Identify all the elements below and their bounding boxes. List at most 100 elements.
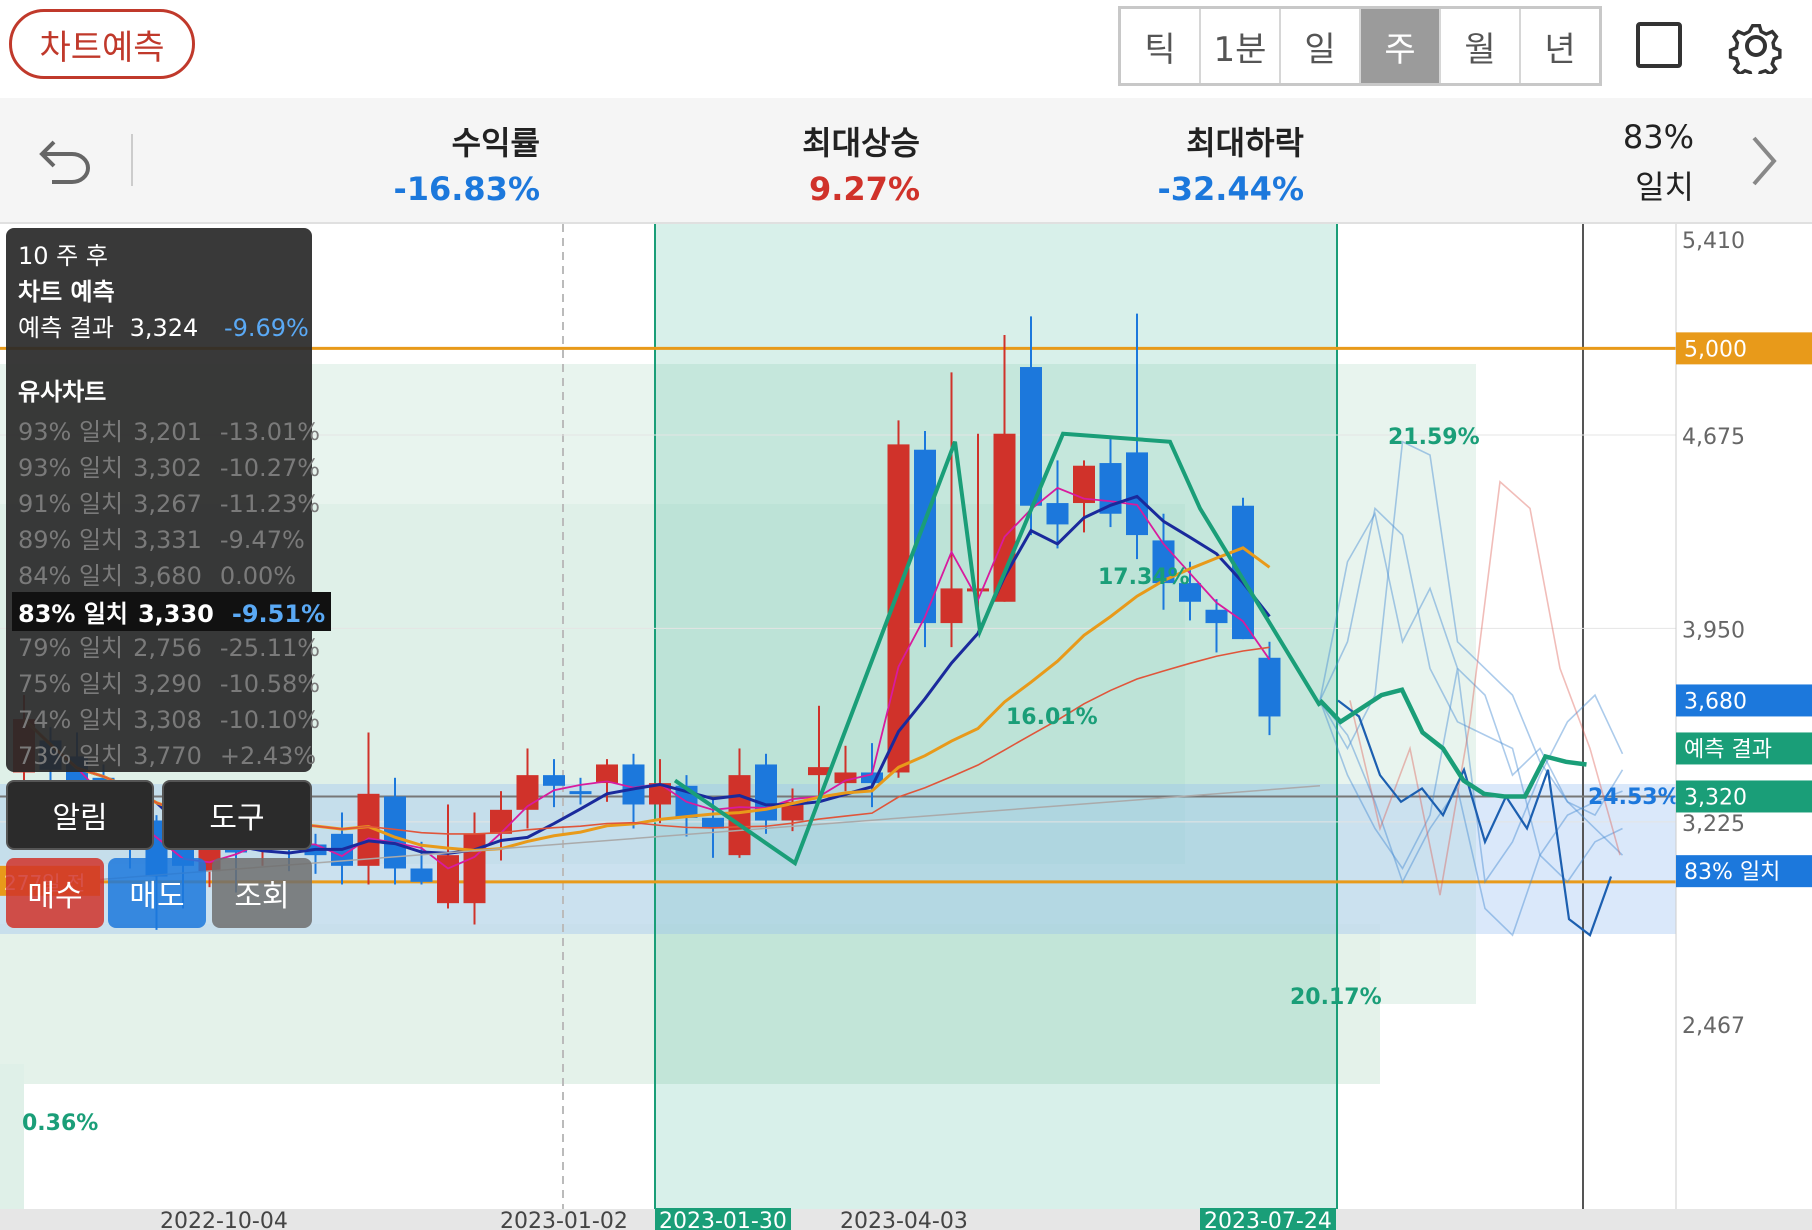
candle-body: [755, 764, 777, 821]
fullscreen-toggle-icon[interactable]: [1636, 22, 1682, 68]
period-tab-5[interactable]: 년: [1521, 9, 1599, 83]
similar-row[interactable]: 79% 일치 2,756 -25.11%: [18, 628, 320, 663]
similar-row[interactable]: 83% 일치 3,330 -9.51%: [12, 592, 332, 631]
return-label: 수익률: [451, 124, 540, 162]
period-tab-0[interactable]: 틱: [1121, 9, 1201, 83]
period-tab-1[interactable]: 1분: [1201, 9, 1281, 83]
y-price-tag-label: 3,680: [1684, 689, 1747, 714]
tools-button[interactable]: 도구: [162, 780, 312, 850]
divider: [131, 134, 133, 186]
similar-label: 74% 일치: [18, 706, 124, 734]
similar-pct: 0.00%: [219, 562, 297, 590]
similar-row[interactable]: 93% 일치 3,201 -13.01%: [18, 412, 320, 447]
similar-title: 유사차트: [18, 378, 107, 406]
max-rise-stat: 최대상승 9.27%: [760, 118, 920, 208]
similar-row[interactable]: 84% 일치 3,680 0.00%: [18, 556, 296, 591]
forecast-result-value: 3,324: [129, 314, 199, 342]
match-pct: 83%: [1622, 118, 1694, 156]
forecast-panel: 10 주 후 차트 예측 예측 결과 3,324 -9.69% 유사차트 93%…: [6, 228, 332, 772]
top-bar: 차트예측 틱 1분 일 주 월 년: [0, 0, 1812, 98]
gear-icon[interactable]: [1728, 18, 1784, 74]
sell-button[interactable]: 매도: [108, 858, 206, 928]
annotation-pct: 20.17%: [1290, 985, 1382, 1010]
zone-start: [0, 1064, 24, 1230]
similar-row[interactable]: 91% 일치 3,267 -11.23%: [18, 484, 320, 519]
return-value: -16.83%: [393, 170, 540, 208]
inquiry-button[interactable]: 조회: [212, 858, 312, 928]
x-tick-label: 2023-04-03: [840, 1209, 968, 1230]
candle-body: [622, 764, 645, 805]
forecast-result-pct: -9.69%: [223, 314, 309, 342]
similar-pct: -9.47%: [219, 526, 305, 554]
similar-value: 3,680: [133, 562, 202, 590]
similar-row[interactable]: 75% 일치 3,290 -10.58%: [18, 664, 320, 699]
similar-label: 79% 일치: [18, 634, 124, 662]
y-price-tag-label: 83% 일치: [1684, 860, 1780, 885]
similar-value: 3,331: [133, 526, 202, 554]
annotation-pct: 17.34%: [1098, 565, 1190, 590]
candle-body: [728, 775, 751, 856]
y-axis-bg: [1676, 224, 1812, 1209]
candle-body: [543, 775, 565, 786]
undo-icon[interactable]: [38, 134, 94, 186]
similar-pct: -10.58%: [219, 670, 321, 698]
weeks-after-label: 10 주 후: [18, 242, 108, 270]
alert-button[interactable]: 알림: [6, 780, 154, 850]
similar-value: 2,756: [133, 634, 202, 662]
y-price-tag-label: 예측 결과: [1684, 737, 1772, 762]
y-tick-label: 2,467: [1682, 1014, 1745, 1039]
max-fall-label: 최대하락: [1186, 124, 1304, 162]
candle-body: [490, 809, 512, 834]
similar-value: 3,308: [133, 706, 202, 734]
period-tab-2[interactable]: 일: [1281, 9, 1361, 83]
match-label: 일치: [1635, 168, 1694, 206]
max-fall-value: -32.44%: [1157, 170, 1304, 208]
similar-value: 3,267: [133, 490, 202, 518]
y-price-tag-label: 5,000: [1684, 337, 1747, 362]
annotation-pct: 21.59%: [1388, 425, 1480, 450]
similar-pct: -10.10%: [219, 706, 321, 734]
similar-pct: +2.43%: [219, 742, 317, 770]
y-tick-label: 4,675: [1682, 425, 1745, 450]
similar-value: 3,201: [133, 418, 202, 446]
period-tab-3[interactable]: 주: [1361, 9, 1441, 83]
y-tick-label: 3,950: [1682, 618, 1745, 643]
similar-label: 93% 일치: [18, 418, 124, 446]
max-rise-label: 최대상승: [802, 124, 920, 162]
y-price-tag-label: 3,320: [1684, 785, 1747, 810]
chart-forecast-mode-button[interactable]: 차트예측: [9, 9, 195, 79]
candle-body: [1126, 452, 1148, 536]
period-tab-4[interactable]: 월: [1441, 9, 1521, 83]
candle-body: [940, 588, 963, 624]
x-highlight-label: 2023-01-30: [659, 1209, 787, 1230]
candle-body: [967, 588, 989, 592]
candle-body: [463, 833, 486, 904]
match-stat[interactable]: 83% 일치: [1600, 118, 1694, 208]
y-tick-label: 3,225: [1682, 812, 1745, 837]
similar-row[interactable]: 89% 일치 3,331 -9.47%: [18, 520, 305, 555]
buy-button[interactable]: 매수: [6, 858, 104, 928]
similar-label: 84% 일치: [18, 562, 124, 590]
y-tick-label: 5,410: [1682, 229, 1745, 254]
similar-row[interactable]: 74% 일치 3,308 -10.10%: [18, 700, 320, 735]
similar-label: 73% 일치: [18, 742, 124, 770]
candle-body: [1020, 367, 1042, 506]
candle-body: [516, 775, 539, 810]
stats-bar: 수익률 -16.83% 최대상승 9.27% 최대하락 -32.44% 83% …: [0, 98, 1812, 224]
max-fall-stat: 최대하락 -32.44%: [1140, 118, 1304, 208]
return-stat: 수익률 -16.83%: [380, 118, 540, 208]
candle-body: [1073, 465, 1095, 504]
candle-body: [1258, 657, 1281, 717]
candle-body: [1046, 503, 1069, 525]
similar-value: 3,290: [133, 670, 202, 698]
similar-pct: -25.11%: [219, 634, 321, 662]
annotation-pct: 16.01%: [1006, 705, 1098, 730]
x-highlight-label: 2023-07-24: [1204, 1209, 1332, 1230]
similar-label: 89% 일치: [18, 526, 124, 554]
similar-label: 75% 일치: [18, 670, 124, 698]
similar-row[interactable]: 73% 일치 3,770 +2.43%: [18, 736, 316, 771]
similar-row[interactable]: 93% 일치 3,302 -10.27%: [18, 448, 320, 483]
similar-label: 93% 일치: [18, 454, 124, 482]
chevron-right-icon[interactable]: [1748, 134, 1780, 188]
similar-value: 3,302: [133, 454, 202, 482]
